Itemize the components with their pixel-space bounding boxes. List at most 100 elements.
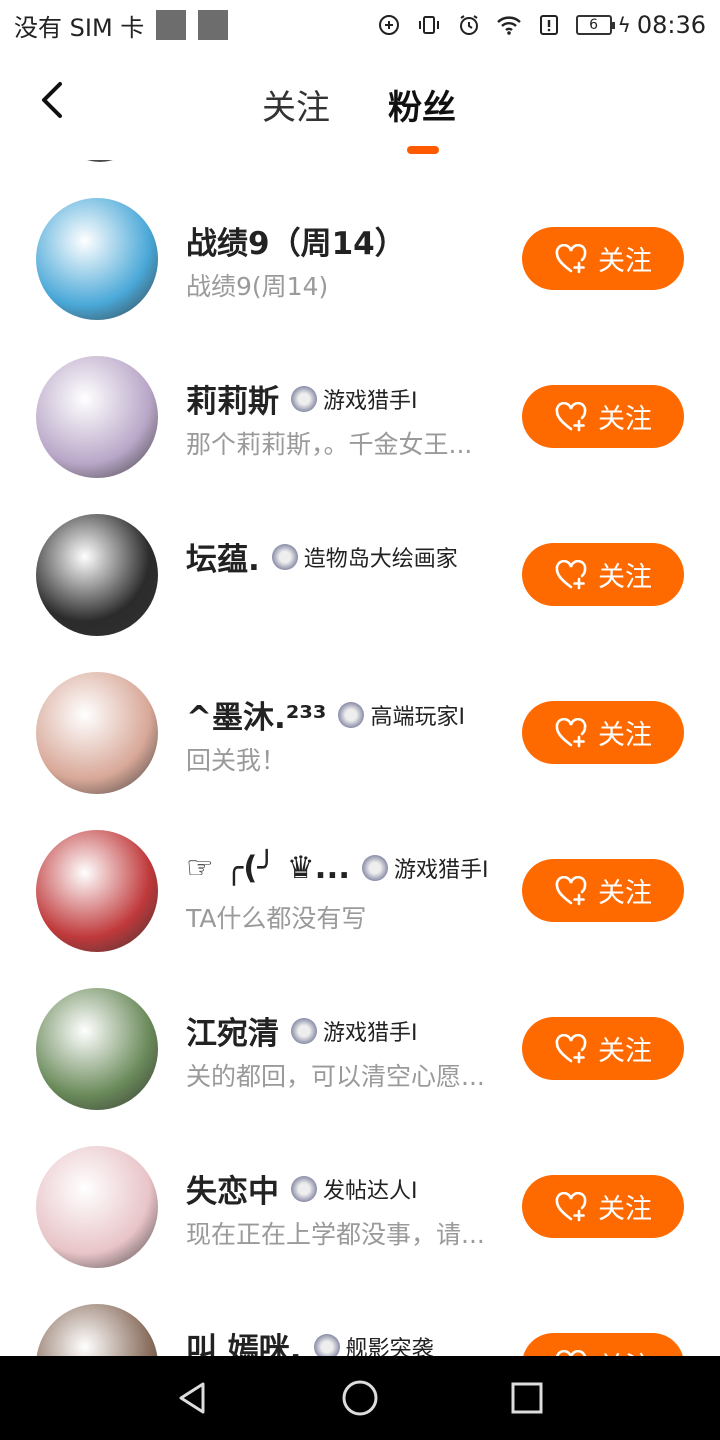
data-saver-icon [376, 12, 402, 38]
avatar[interactable] [36, 672, 158, 794]
back-button[interactable] [30, 78, 74, 122]
list-item[interactable]: 战绩9（周14） 战绩9(周14) 关注 [0, 160, 720, 320]
follow-button-label: 关注 [598, 720, 652, 751]
badge-label: 发帖达人I [323, 1178, 418, 1204]
notification-icon [536, 12, 562, 38]
name-line: ^墨沐.²³³ 高端玩家I [186, 692, 465, 737]
follow-button-label: 关注 [598, 878, 652, 909]
clock: 08:36 [636, 11, 706, 39]
follow-button[interactable]: 关注 [522, 543, 684, 606]
vibrate-icon [416, 12, 442, 38]
badge-label: 舰影突袭 [345, 1336, 434, 1357]
heart-plus-icon [555, 1191, 587, 1221]
header: 关注 粉丝 [0, 50, 720, 160]
heart-plus-icon [555, 875, 587, 905]
user-description: TA什么都没有写 [186, 904, 367, 933]
avatar[interactable] [36, 514, 158, 636]
follow-button[interactable]: 关注 [522, 1333, 684, 1356]
badge-icon [362, 855, 388, 881]
follow-button[interactable]: 关注 [522, 1017, 684, 1080]
follow-button-label: 关注 [598, 1345, 652, 1356]
tab-following[interactable]: 关注 [262, 80, 330, 129]
sim-icon [156, 10, 187, 40]
name-line: 失恋中 发帖达人I [186, 1166, 418, 1211]
user-name[interactable]: 叫 嫣咪. [186, 1324, 302, 1356]
user-name[interactable]: 莉莉斯 [186, 376, 279, 421]
heart-plus-icon [555, 401, 587, 431]
follow-button-label: 关注 [598, 404, 652, 435]
avatar[interactable] [36, 988, 158, 1110]
user-badge: 游戏猎手I [291, 383, 418, 415]
triangle-back-icon [179, 1382, 205, 1414]
name-line: 坛蕴. 造物岛大绘画家 [186, 534, 458, 579]
user-name[interactable]: ^墨沐.²³³ [186, 692, 326, 737]
name-line: ☞ ╭(╯ ♛... 游戏猎手I [186, 850, 489, 886]
list-item[interactable]: ^墨沐.²³³ 高端玩家I 回关我！ 关注 [0, 634, 720, 794]
circle-home-icon [342, 1380, 378, 1416]
user-badge: 游戏猎手I [362, 852, 489, 884]
user-badge: 舰影突袭 [313, 1331, 434, 1357]
user-badge: 游戏猎手I [291, 1015, 418, 1047]
user-description: 现在正在上学都没事，请... [186, 1220, 485, 1249]
badge-label: 游戏猎手I [394, 858, 489, 883]
navigation-bar [0, 1356, 720, 1440]
list-item[interactable]: 失恋中 发帖达人I 现在正在上学都没事，请... 关注 [0, 1108, 720, 1268]
heart-plus-icon [555, 559, 587, 589]
user-name[interactable]: 失恋中 [186, 1166, 279, 1211]
avatar[interactable] [36, 1304, 158, 1356]
status-bar: 没有 SIM 卡 6 ϟ 08:36 [0, 0, 720, 50]
chevron-left-icon [42, 82, 62, 118]
follow-button[interactable]: 关注 [522, 1175, 684, 1238]
fans-list[interactable]: 战绩9（周14） 战绩9(周14) 关注 莉莉斯 游戏猎手I 那个莉莉斯，。千金女王...… [0, 160, 720, 1356]
user-name[interactable]: 战绩9（周14） [186, 218, 406, 263]
active-tab-indicator [407, 146, 439, 154]
avatar[interactable] [36, 1146, 158, 1268]
badge-label: 游戏猎手I [323, 1020, 418, 1046]
battery-icon: 6 [575, 15, 615, 35]
user-badge: 高端玩家I [338, 699, 465, 731]
follow-button[interactable]: 关注 [522, 859, 684, 922]
follow-button[interactable]: 关注 [522, 227, 684, 290]
user-name[interactable]: 江宛清 [186, 1008, 279, 1053]
follow-button[interactable]: 关注 [522, 385, 684, 448]
badge-label: 高端玩家I [370, 704, 465, 730]
heart-plus-icon [555, 1033, 587, 1063]
carrier-text: 没有 SIM 卡 [14, 13, 145, 42]
avatar[interactable] [36, 198, 158, 320]
badge-icon [291, 1175, 317, 1202]
list-item[interactable]: 坛蕴. 造物岛大绘画家关注 [0, 476, 720, 636]
square-recents-icon [511, 1382, 543, 1414]
user-badge: 造物岛大绘画家 [271, 541, 458, 573]
list-item[interactable]: 江宛清 游戏猎手I 关的都回，可以清空心愿... 关注 [0, 950, 720, 1110]
user-name[interactable]: ☞ ╭(╯ ♛... [186, 850, 350, 886]
user-description: 战绩9(周14) [186, 272, 329, 301]
list-item[interactable]: ☞ ╭(╯ ♛... 游戏猎手I TA什么都没有写 关注 [0, 792, 720, 952]
user-name[interactable]: 坛蕴. [186, 534, 260, 579]
nav-home-button[interactable] [340, 1378, 380, 1418]
tab-fans[interactable]: 粉丝 [388, 80, 456, 129]
follow-button-label: 关注 [598, 562, 652, 593]
badge-icon [271, 543, 298, 570]
badge-icon [313, 1333, 340, 1356]
name-line: 莉莉斯 游戏猎手I [186, 376, 418, 421]
user-description: 回关我！ [186, 746, 287, 775]
heart-plus-icon [555, 717, 587, 747]
status-icons: 6 ϟ 08:36 [376, 11, 706, 39]
avatar[interactable] [36, 356, 158, 478]
nav-recents-button[interactable] [507, 1378, 547, 1418]
avatar[interactable] [36, 830, 158, 952]
name-line: 叫 嫣咪. 舰影突袭 [186, 1324, 434, 1356]
list-item[interactable]: 莉莉斯 游戏猎手I 那个莉莉斯，。千金女王... 关注 [0, 318, 720, 478]
sim-icon-2 [198, 10, 229, 40]
user-badge: 发帖达人I [291, 1173, 418, 1205]
list-item[interactable]: 叫 嫣咪. 舰影突袭 关注 [0, 1266, 720, 1356]
alarm-icon [456, 12, 482, 38]
follow-button[interactable]: 关注 [522, 701, 684, 764]
wifi-icon [496, 12, 522, 38]
nav-back-button[interactable] [173, 1378, 213, 1418]
badge-icon [291, 385, 317, 412]
heart-plus-icon [555, 243, 587, 273]
badge-label: 造物岛大绘画家 [303, 546, 458, 572]
follow-button-label: 关注 [598, 246, 652, 277]
follow-button-label: 关注 [598, 1036, 652, 1067]
